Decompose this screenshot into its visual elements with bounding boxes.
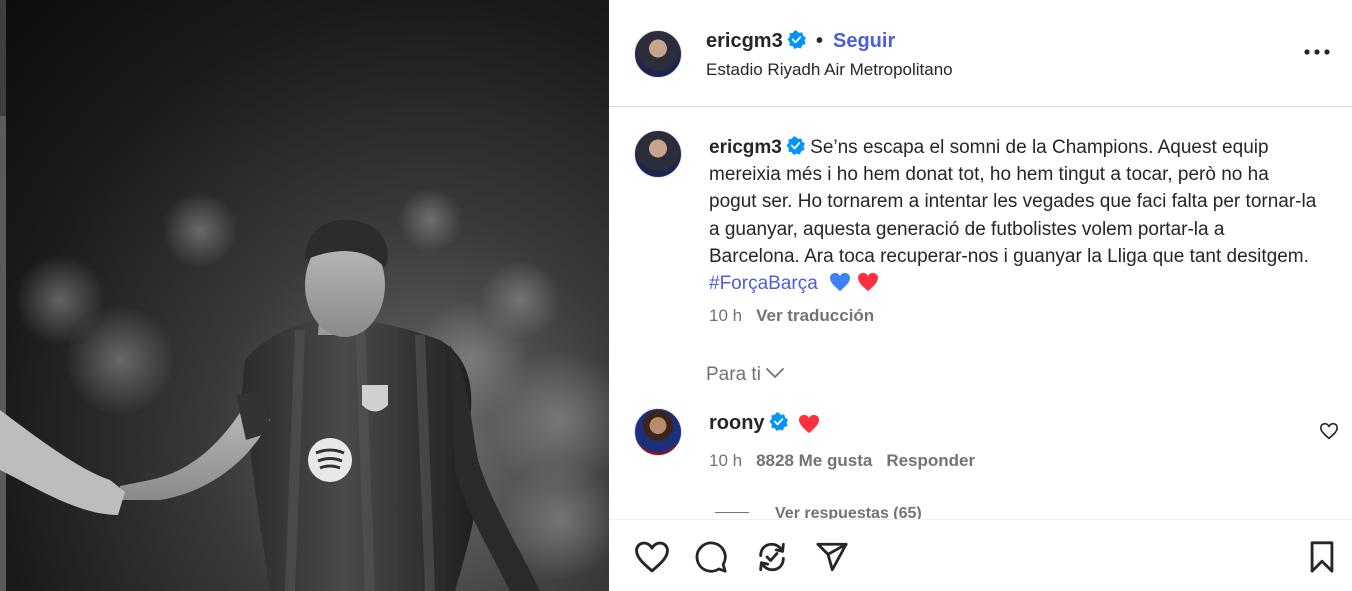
commenter-avatar[interactable] xyxy=(634,408,682,456)
commenter-username[interactable]: roony xyxy=(709,412,765,434)
hashtag-link[interactable]: #ForçaBarça xyxy=(709,273,818,294)
comment-red-heart-icon xyxy=(799,414,819,434)
verified-badge-icon xyxy=(787,30,806,49)
caption-username[interactable]: ericgm3 xyxy=(709,137,782,158)
comment-bubble-icon[interactable] xyxy=(694,540,728,574)
follow-button[interactable]: Seguir xyxy=(833,30,895,53)
blue-heart-icon xyxy=(830,272,851,292)
paper-plane-icon[interactable] xyxy=(814,540,850,574)
caption-meta: 10 h Ver traducción xyxy=(709,306,874,326)
see-translation-link[interactable]: Ver traducción xyxy=(756,306,874,325)
author-avatar[interactable] xyxy=(634,30,682,78)
post-photo[interactable] xyxy=(0,0,609,591)
caption-avatar[interactable] xyxy=(634,130,682,178)
comment-likes-count[interactable]: 8828 Me gusta xyxy=(756,451,872,470)
separator-dot: • xyxy=(816,30,824,52)
caption-text: Se’ns escapa el somni de la Champions. A… xyxy=(709,137,1317,267)
comments-filter-dropdown[interactable]: Para ti xyxy=(706,364,785,386)
post-action-bar xyxy=(609,519,1352,591)
repost-icon[interactable] xyxy=(755,540,789,574)
red-heart-icon xyxy=(858,272,879,292)
more-options-icon[interactable] xyxy=(1302,40,1332,64)
reply-button[interactable]: Responder xyxy=(886,451,975,470)
commenter-username-row: roony xyxy=(709,412,788,435)
post-time[interactable]: 10 h xyxy=(709,306,742,325)
author-username-row: ericgm3 xyxy=(706,30,806,53)
comment-meta: 10 h 8828 Me gusta Responder xyxy=(709,451,989,471)
verified-badge-icon xyxy=(769,412,788,431)
post-caption: ericgm3 Se’ns escapa el somni de la Cham… xyxy=(709,134,1319,297)
author-username[interactable]: ericgm3 xyxy=(706,30,783,52)
heart-outline-icon[interactable] xyxy=(633,540,671,574)
post-location[interactable]: Estadio Riyadh Air Metropolitano xyxy=(706,60,953,80)
comment-like-heart-icon[interactable] xyxy=(1319,422,1339,440)
comment-time[interactable]: 10 h xyxy=(709,451,742,470)
verified-badge-icon xyxy=(786,136,805,155)
bookmark-icon[interactable] xyxy=(1307,540,1337,574)
post-details-panel: ericgm3 • Seguir Estadio Riyadh Air Metr… xyxy=(609,0,1352,591)
chevron-down-icon xyxy=(766,368,784,379)
replies-divider xyxy=(715,512,749,513)
player-silhouette xyxy=(0,188,609,591)
post-header: ericgm3 • Seguir Estadio Riyadh Air Metr… xyxy=(609,0,1352,107)
comments-filter-label: Para ti xyxy=(706,364,761,385)
